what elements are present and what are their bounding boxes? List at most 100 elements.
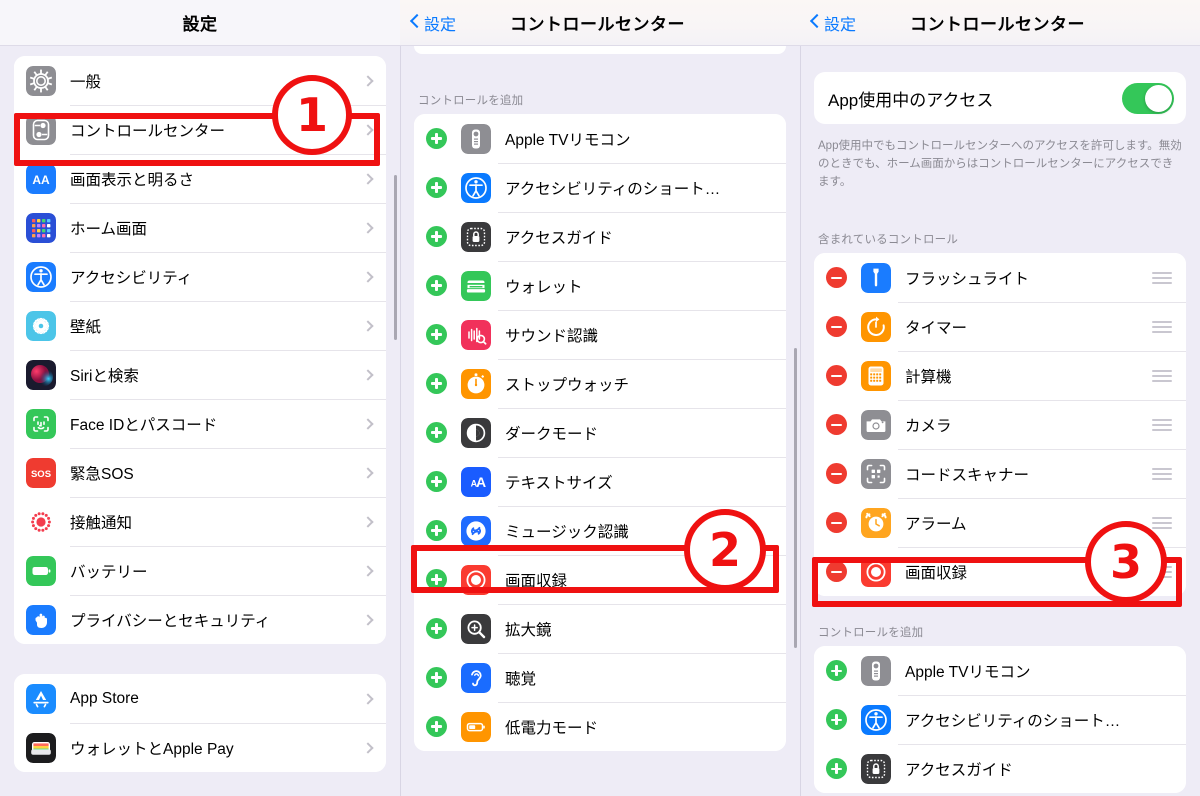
wallet-green-icon	[461, 270, 491, 301]
add-control-button[interactable]	[426, 324, 447, 345]
panel3-add-controls-group: Apple TVリモコン アクセシビリティのショート… アクセスガイド	[814, 646, 1186, 794]
add-control-row[interactable]: Apple TVリモコン	[414, 114, 786, 163]
control-row-label: Apple TVリモコン	[505, 131, 631, 149]
included-control-row[interactable]: タイマー	[814, 302, 1186, 352]
drag-handle-icon[interactable]	[1152, 271, 1172, 284]
add-control-button[interactable]	[826, 660, 847, 682]
settings-row[interactable]: ホーム画面	[14, 203, 386, 252]
remove-control-button[interactable]	[826, 512, 847, 534]
settings-row-label: 画面表示と明るさ	[70, 171, 195, 189]
panel1-scrollbar[interactable]	[394, 175, 397, 340]
remove-control-button[interactable]	[826, 365, 847, 387]
control-row-label: アクセシビリティのショート…	[905, 712, 1121, 730]
dark-mode-icon	[461, 417, 491, 448]
add-control-button[interactable]	[426, 226, 447, 247]
add-control-row[interactable]: アクセスガイド	[814, 744, 1186, 794]
add-control-button[interactable]	[426, 520, 447, 541]
settings-row[interactable]: SOS 緊急SOS	[14, 448, 386, 497]
add-control-button[interactable]	[426, 471, 447, 492]
included-control-row[interactable]: フラッシュライト	[814, 253, 1186, 303]
add-control-button[interactable]	[826, 709, 847, 731]
included-control-row[interactable]: カメラ	[814, 400, 1186, 450]
panel2-scroll[interactable]: コントロールを追加 Apple TVリモコン アクセシビリティのショート… アク…	[400, 46, 800, 796]
siri-icon	[26, 359, 56, 390]
drag-handle-icon[interactable]	[1152, 467, 1172, 480]
settings-row[interactable]: 接触通知	[14, 497, 386, 546]
add-control-button[interactable]	[426, 569, 447, 590]
add-control-button[interactable]	[426, 422, 447, 443]
add-control-row[interactable]: アクセシビリティのショート…	[814, 695, 1186, 745]
settings-row-label: Face IDとパスコード	[70, 416, 218, 434]
included-control-row[interactable]: コードスキャナー	[814, 449, 1186, 499]
panel2-back-button[interactable]: 設定	[410, 11, 456, 35]
add-control-button[interactable]	[426, 177, 447, 198]
remove-control-button[interactable]	[826, 561, 847, 583]
add-control-row[interactable]: 画面収録	[414, 555, 786, 604]
chevron-right-icon	[362, 270, 374, 283]
app-access-row: App使用中のアクセス	[814, 72, 1186, 124]
settings-row[interactable]: Siriと検索	[14, 350, 386, 399]
add-control-row[interactable]: ストップウォッチ	[414, 359, 786, 408]
panel3-add-header: コントロールを追加	[818, 627, 924, 640]
remove-control-button[interactable]	[826, 463, 847, 485]
add-control-row[interactable]: ダークモード	[414, 408, 786, 457]
drag-handle-icon[interactable]	[1152, 320, 1172, 333]
add-control-row[interactable]: サウンド認識	[414, 310, 786, 359]
settings-row[interactable]: App Store	[14, 674, 386, 723]
stopwatch-icon	[461, 368, 491, 399]
add-control-row[interactable]: 低電力モード	[414, 702, 786, 751]
remove-control-button[interactable]	[826, 414, 847, 436]
add-control-button[interactable]	[426, 373, 447, 394]
settings-row[interactable]: AA 画面表示と明るさ	[14, 154, 386, 203]
exposure-notification-icon	[26, 506, 56, 537]
settings-row[interactable]: Face IDとパスコード	[14, 399, 386, 448]
add-control-button[interactable]	[426, 275, 447, 296]
add-control-row[interactable]: Apple TVリモコン	[814, 646, 1186, 696]
svg-text:AA: AA	[32, 173, 50, 187]
add-control-button[interactable]	[426, 716, 447, 737]
add-control-button[interactable]	[426, 667, 447, 688]
settings-group-1: 一般 コントロールセンター AA 画面表示と明るさ ホーム画面 アクセシビリティ…	[14, 56, 386, 644]
settings-row[interactable]: コントロールセンター	[14, 105, 386, 154]
remove-control-button[interactable]	[826, 316, 847, 338]
add-control-button[interactable]	[826, 758, 847, 780]
included-control-row[interactable]: 画面収録	[814, 547, 1186, 597]
add-control-row[interactable]: ウォレット	[414, 261, 786, 310]
settings-row[interactable]: 一般	[14, 56, 386, 105]
settings-row[interactable]: プライバシーとセキュリティ	[14, 595, 386, 644]
add-control-row[interactable]: 拡大鏡	[414, 604, 786, 653]
sound-recognition-icon	[461, 319, 491, 350]
app-access-toggle[interactable]	[1122, 82, 1174, 114]
add-control-row[interactable]: アクセスガイド	[414, 212, 786, 261]
included-control-row[interactable]: アラーム	[814, 498, 1186, 548]
add-control-row[interactable]: A A テキストサイズ	[414, 457, 786, 506]
calculator-icon	[861, 360, 891, 391]
panel2-navbar: 設定 コントロールセンター	[400, 0, 800, 46]
drag-handle-icon[interactable]	[1152, 418, 1172, 431]
add-control-row[interactable]: アクセシビリティのショート…	[414, 163, 786, 212]
settings-row[interactable]: 壁紙	[14, 301, 386, 350]
add-control-button[interactable]	[426, 128, 447, 149]
panel2-scrollbar[interactable]	[794, 348, 797, 648]
add-control-row[interactable]: ミュージック認識	[414, 506, 786, 555]
control-center-icon	[26, 114, 56, 145]
drag-handle-icon[interactable]	[1152, 565, 1172, 578]
panel3-scroll[interactable]: App使用中のアクセス App使用中でもコントロールセンターへのアクセスを許可し…	[800, 46, 1200, 796]
add-control-button[interactable]	[426, 618, 447, 639]
control-row-label: 拡大鏡	[505, 621, 552, 639]
control-row-label: 聴覚	[505, 670, 537, 688]
control-row-label: アラーム	[905, 515, 967, 533]
panel3-back-button[interactable]: 設定	[810, 11, 856, 35]
drag-handle-icon[interactable]	[1152, 516, 1172, 529]
settings-row-label: バッテリー	[70, 563, 148, 581]
panel1-scroll[interactable]: 一般 コントロールセンター AA 画面表示と明るさ ホーム画面 アクセシビリティ…	[0, 46, 400, 796]
remove-control-button[interactable]	[826, 267, 847, 289]
settings-row[interactable]: ウォレットとApple Pay	[14, 723, 386, 772]
drag-handle-icon[interactable]	[1152, 369, 1172, 382]
control-row-label: 画面収録	[905, 564, 968, 582]
included-control-row[interactable]: 計算機	[814, 351, 1186, 401]
settings-row[interactable]: バッテリー	[14, 546, 386, 595]
screen-recording-icon	[461, 564, 491, 595]
add-control-row[interactable]: 聴覚	[414, 653, 786, 702]
settings-row[interactable]: アクセシビリティ	[14, 252, 386, 301]
